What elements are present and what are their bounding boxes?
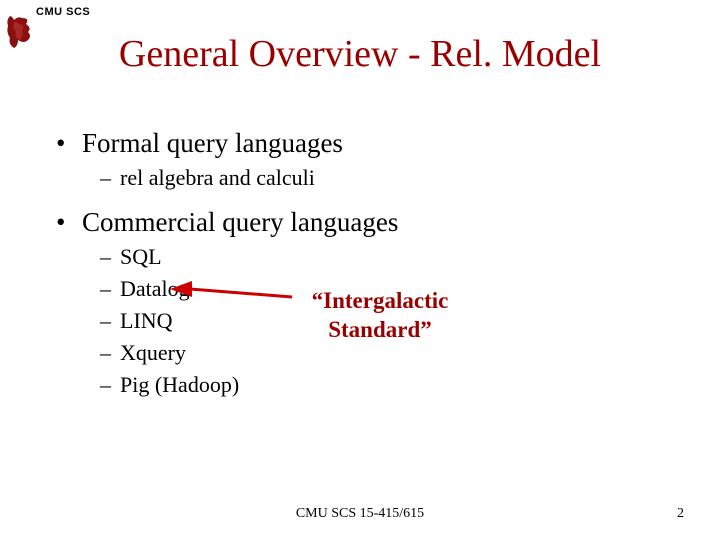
bullet-text: Xquery bbox=[120, 340, 186, 366]
bullet-dot-icon: • bbox=[56, 207, 82, 238]
bullet-level2: – rel algebra and calculi bbox=[100, 165, 676, 191]
callout-annotation: “Intergalactic Standard” bbox=[300, 287, 460, 345]
bullet-level2: – Pig (Hadoop) bbox=[100, 372, 676, 398]
bullet-level2-group: – rel algebra and calculi bbox=[100, 165, 676, 191]
bullet-text: SQL bbox=[120, 244, 162, 270]
dash-icon: – bbox=[100, 276, 120, 302]
bullet-dot-icon: • bbox=[56, 128, 82, 159]
callout-line: “Intergalactic bbox=[312, 288, 449, 313]
footer-course-code: CMU SCS 15-415/615 bbox=[0, 506, 720, 522]
bullet-text: Commercial query languages bbox=[82, 207, 398, 238]
bullet-text: rel algebra and calculi bbox=[120, 165, 315, 191]
callout-line: Standard” bbox=[328, 317, 432, 342]
slide-body: • Formal query languages – rel algebra a… bbox=[56, 128, 676, 414]
bullet-level1: • Commercial query languages bbox=[56, 207, 676, 238]
bullet-text: Formal query languages bbox=[82, 128, 343, 159]
bullet-level1: • Formal query languages bbox=[56, 128, 676, 159]
bullet-level2: – SQL bbox=[100, 244, 676, 270]
dash-icon: – bbox=[100, 308, 120, 334]
slide-title: General Overview - Rel. Model bbox=[0, 32, 720, 76]
bullet-text: Pig (Hadoop) bbox=[120, 372, 239, 398]
dash-icon: – bbox=[100, 244, 120, 270]
dash-icon: – bbox=[100, 372, 120, 398]
footer-page-number: 2 bbox=[677, 506, 684, 522]
header-label: CMU SCS bbox=[36, 6, 90, 18]
dash-icon: – bbox=[100, 165, 120, 191]
bullet-text: LINQ bbox=[120, 308, 173, 334]
bullet-text: Datalog bbox=[120, 276, 190, 302]
dash-icon: – bbox=[100, 340, 120, 366]
